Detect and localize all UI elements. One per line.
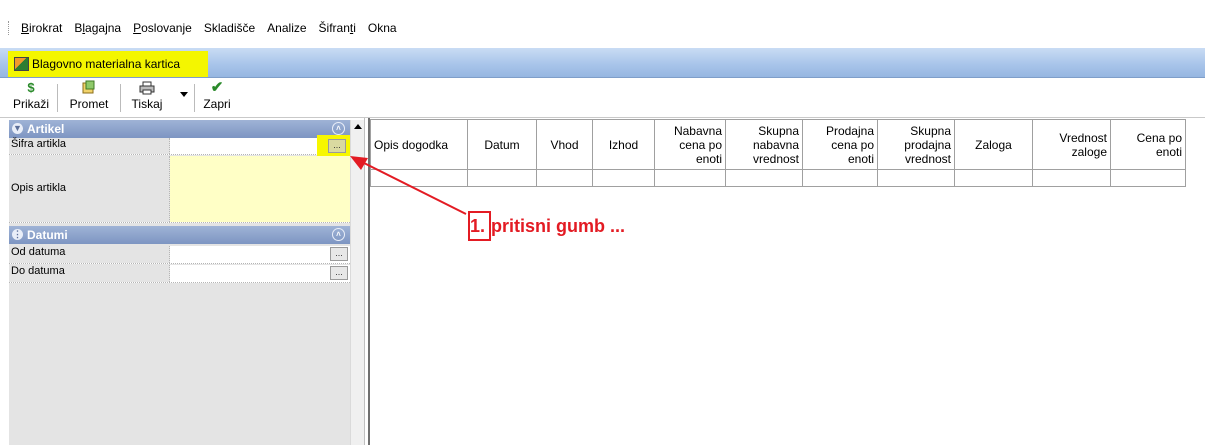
prikazi-button[interactable]: $ Prikaži — [11, 80, 51, 116]
printer-icon — [122, 80, 172, 96]
zapri-button[interactable]: ✔ Zapri — [199, 80, 235, 116]
grid-cell[interactable] — [536, 169, 593, 187]
grid-cell[interactable] — [954, 169, 1033, 187]
grid-cell[interactable] — [1032, 169, 1111, 187]
toolbar-separator — [57, 84, 58, 112]
grid-cell[interactable] — [725, 169, 803, 187]
toolbar-separator — [120, 84, 121, 112]
checkmark-icon: ✔ — [210, 79, 224, 96]
panel-scrollbar[interactable] — [350, 120, 364, 445]
do-datuma-row: Do datuma ... — [9, 265, 350, 283]
collapse-up-icon[interactable]: ˄ — [332, 122, 345, 135]
menu-items: Birokrat Blagajna Poslovanje Skladišče Anali… — [15, 18, 403, 38]
artikel-section-title: Artikel — [27, 122, 65, 136]
column-header-izhod[interactable]: Izhod — [592, 119, 655, 170]
datumi-section-title: Datumi — [27, 228, 68, 242]
prikazi-label: Prikaži — [12, 97, 49, 111]
column-header-cena-po-enoti[interactable]: Cena po enoti — [1110, 119, 1186, 170]
menu-bar: Birokrat Blagajna Poslovanje Skladišče Anali… — [0, 18, 1205, 38]
datumi-section-header[interactable]: ⋮ Datumi ˄ — [9, 226, 350, 244]
column-header-nabavna-cena-po-enoti[interactable]: Nabavna cena po enoti — [654, 119, 726, 170]
tiskaj-button[interactable]: Tiskaj — [122, 80, 172, 116]
grid-cell[interactable] — [654, 169, 726, 187]
annotation-number: 1. — [470, 216, 486, 236]
tiskaj-dropdown-arrow-icon[interactable] — [180, 92, 188, 97]
menu-item-šifranti[interactable]: Šifranti — [313, 18, 362, 38]
sifra-artikla-row: Šifra artikla ... — [9, 135, 350, 159]
column-header-zaloga[interactable]: Zaloga — [954, 119, 1033, 170]
dollar-icon: $ — [27, 80, 35, 95]
artikel-section-icon: ▼ — [12, 123, 23, 134]
collapse-up-icon[interactable]: ˄ — [332, 228, 345, 241]
od-datuma-ellipsis-button[interactable]: ... — [330, 247, 348, 261]
promet-button[interactable]: Promet — [60, 80, 118, 116]
opis-artikla-row: Opis artikla — [9, 156, 350, 223]
od-datuma-row: Od datuma ... — [9, 246, 350, 264]
menu-item-skladiše[interactable]: Skladišče — [198, 18, 261, 38]
scroll-up-arrow-icon[interactable] — [354, 124, 362, 129]
od-datuma-field[interactable] — [170, 246, 350, 263]
column-header-datum[interactable]: Datum — [467, 119, 537, 170]
do-datuma-label: Do datuma — [9, 265, 170, 282]
column-header-vrednost-zaloge[interactable]: Vrednost zaloge — [1032, 119, 1111, 170]
column-header-skupna-prodajna-vrednost[interactable]: Skupna prodajna vrednost — [877, 119, 955, 170]
annotation-text: pritisni gumb ... — [491, 216, 626, 236]
grid-cell[interactable] — [370, 169, 468, 187]
grid-cell[interactable] — [467, 169, 537, 187]
window-title: Blagovno materialna kartica — [32, 57, 181, 71]
column-header-skupna-nabavna-vrednost[interactable]: Skupna nabavna vrednost — [725, 119, 803, 170]
grid-table: Opis dogodka Datum Vhod Izhod Nabavna cena po… — [370, 119, 1186, 187]
column-header-opis-dogodka[interactable]: Opis dogodka — [370, 119, 468, 170]
tiskaj-label: Tiskaj — [131, 97, 163, 111]
data-grid: Opis dogodka Datum Vhod Izhod Nabavna cena po… — [370, 119, 1205, 445]
grid-cell[interactable] — [1110, 169, 1186, 187]
toolbar-separator — [194, 84, 195, 112]
window-app-icon — [14, 57, 29, 71]
grid-cell[interactable] — [592, 169, 655, 187]
grid-cell[interactable] — [802, 169, 878, 187]
toolbar: $ Prikaži Promet Tiskaj ✔ Zapri — [0, 78, 1205, 118]
annotation-label: 1. pritisni gumb ... — [470, 214, 625, 238]
menu-grip — [8, 21, 11, 35]
menu-item-blagajna[interactable]: Blagajna — [68, 18, 127, 38]
grid-empty-row[interactable] — [370, 169, 1186, 187]
datumi-section-icon: ⋮ — [12, 229, 23, 240]
sifra-artikla-label: Šifra artikla — [9, 138, 170, 154]
grid-cell[interactable] — [877, 169, 955, 187]
menu-item-birokrat[interactable]: Birokrat — [15, 18, 68, 38]
opis-artikla-label: Opis artikla — [9, 156, 170, 222]
promet-icon — [60, 80, 118, 96]
menu-item-analize[interactable]: Analize — [261, 18, 312, 38]
od-datuma-label: Od datuma — [9, 246, 170, 263]
menu-item-poslovanje[interactable]: Poslovanje — [127, 18, 198, 38]
sifra-artikla-ellipsis-button[interactable]: ... — [328, 139, 346, 153]
zapri-label: Zapri — [203, 97, 231, 111]
promet-label: Promet — [69, 97, 109, 111]
properties-panel: ▼ Artikel ˄ Šifra artikla ... Opis artik… — [9, 120, 364, 445]
column-header-vhod[interactable]: Vhod — [536, 119, 593, 170]
do-datuma-ellipsis-button[interactable]: ... — [330, 266, 348, 280]
grid-header-row: Opis dogodka Datum Vhod Izhod Nabavna cena po… — [370, 119, 1186, 170]
opis-artikla-field[interactable] — [170, 156, 350, 222]
menu-item-okna[interactable]: Okna — [362, 18, 403, 38]
window-title-bar: Blagovno materialna kartica — [0, 48, 1205, 78]
do-datuma-field[interactable] — [170, 265, 350, 282]
column-header-prodajna-cena-po-enoti[interactable]: Prodajna cena po enoti — [802, 119, 878, 170]
artikel-section-header[interactable]: ▼ Artikel ˄ — [9, 120, 350, 138]
